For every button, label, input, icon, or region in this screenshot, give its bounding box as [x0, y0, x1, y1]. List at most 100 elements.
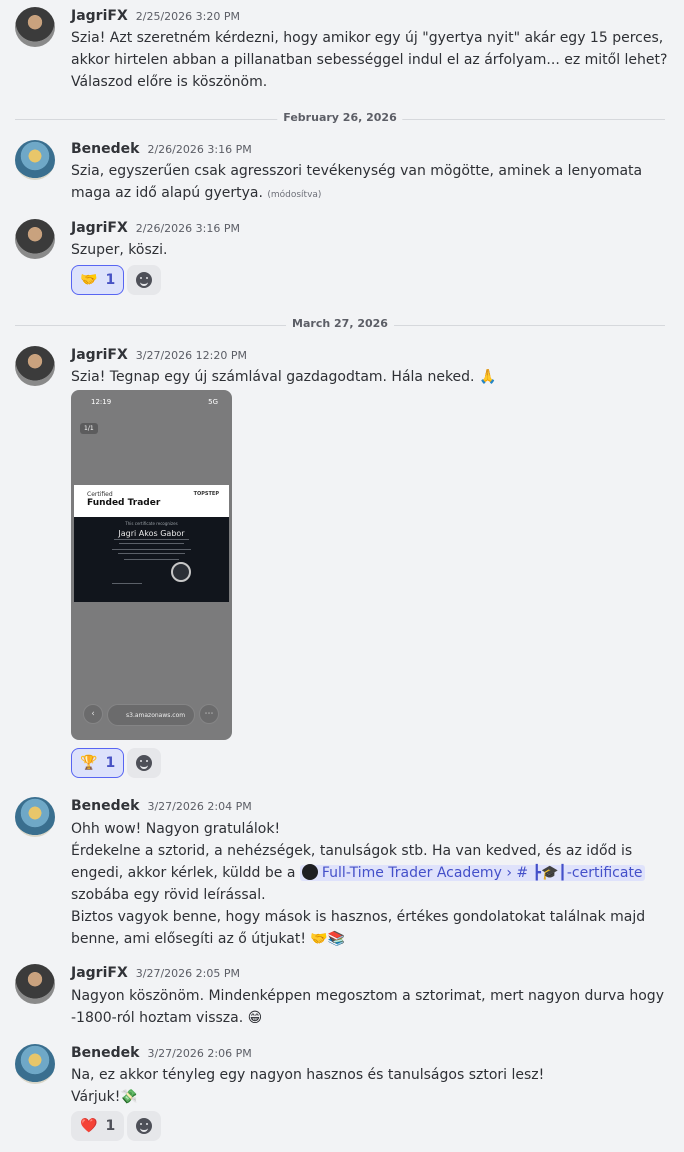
timestamp: 3/27/2026 12:20 PM — [135, 349, 247, 362]
avatar[interactable] — [15, 7, 55, 47]
page-indicator: 1/1 — [80, 423, 98, 434]
add-reaction-button[interactable] — [127, 748, 161, 778]
phone-signal: 5G — [208, 398, 218, 406]
heart-icon: ❤️ — [80, 1118, 98, 1134]
certificate-brand: TOPSTEP — [193, 491, 219, 497]
message-header: JagriFX 3/27/2026 12:20 PM — [71, 347, 247, 365]
smiley-icon — [136, 755, 152, 771]
message-header: Benedek 2/26/2026 3:16 PM — [71, 141, 252, 159]
text-line: Válaszod előre is köszönöm. — [71, 74, 268, 90]
text-line: Szuper, köszi. — [71, 242, 168, 258]
certificate-text-line — [124, 559, 179, 560]
more-icon: ⋯ — [199, 704, 219, 724]
date-divider-label: March 27, 2026 — [286, 317, 394, 330]
message-text: Nagyon köszönöm. Mindenképpen megosztom … — [71, 985, 664, 1029]
certificate-header: Certified Funded Trader TOPSTEP — [74, 485, 229, 517]
edited-label: (módosítva) — [267, 190, 322, 200]
text-line: akkor hirtelen abban a pillanatban sebes… — [71, 52, 668, 68]
text-line: Nagyon köszönöm. Mindenképpen megosztom … — [71, 988, 664, 1004]
reaction-count: 1 — [105, 272, 116, 288]
text-line: benne, ami elősegíti az ő útjukat! 🤝📚 — [71, 931, 346, 947]
reaction-heart[interactable]: ❤️ 1 — [71, 1111, 125, 1141]
text-line: szobába egy rövid leírással. — [71, 887, 266, 903]
certificate-image: Certified Funded Trader TOPSTEP This cer… — [74, 485, 229, 602]
add-reaction-button[interactable] — [127, 265, 161, 295]
mention-server: Full-Time Trader Academy — [321, 865, 502, 881]
avatar[interactable] — [15, 346, 55, 386]
reaction-count: 1 — [105, 1118, 116, 1134]
text-line-content: engedi, akkor kérlek, küldd be a — [71, 865, 296, 881]
channel-mention[interactable]: Full-Time Trader Academy › # ┣🎓┃-certifi… — [299, 864, 645, 881]
message-header: JagriFX 3/27/2026 2:05 PM — [71, 965, 240, 983]
smiley-icon — [136, 272, 152, 288]
message-text: Szuper, köszi. — [71, 239, 167, 261]
text-line: Érdekelne a sztorid, a nehézségek, tanul… — [71, 843, 633, 859]
text-line: Ohh wow! Nagyon gratulálok! — [71, 821, 281, 837]
text-line: Várjuk!💸 — [71, 1089, 138, 1105]
signature-line — [112, 583, 142, 584]
text-line-content: maga az idő alapú gyertya. — [71, 185, 263, 201]
message-text: Szia! Azt szeretném kérdezni, hogy amiko… — [71, 27, 667, 93]
message-header: JagriFX 2/25/2026 3:20 PM — [71, 8, 240, 26]
username[interactable]: Benedek — [71, 141, 139, 157]
reaction-handshake[interactable]: 🤝 1 — [71, 265, 125, 295]
username[interactable]: JagriFX — [71, 8, 128, 24]
url-bar: s3.amazonaws.com — [107, 704, 195, 726]
avatar[interactable] — [15, 1044, 55, 1084]
phone-time: 12:19 — [91, 398, 112, 406]
avatar[interactable] — [15, 964, 55, 1004]
handshake-icon: 🤝 — [80, 272, 98, 288]
certificate-presented: This certificate recognizes — [125, 521, 178, 526]
username[interactable]: JagriFX — [71, 347, 128, 363]
chevron-right-icon: › — [506, 865, 512, 881]
date-divider-label: February 26, 2026 — [277, 111, 403, 124]
date-divider: February 26, 2026 — [15, 111, 665, 124]
server-icon — [301, 864, 318, 880]
message-text: Na, ez akkor tényleg egy nagyon hasznos … — [71, 1064, 544, 1108]
avatar[interactable] — [15, 140, 55, 180]
certificate-title: Funded Trader — [87, 498, 161, 508]
timestamp: 3/27/2026 2:06 PM — [147, 1047, 252, 1060]
text-line: engedi, akkor kérlek, küldd be a Full-Ti… — [71, 862, 645, 884]
username[interactable]: Benedek — [71, 1045, 139, 1061]
reaction-trophy[interactable]: 🏆 1 — [71, 748, 125, 778]
certificate-text-line — [118, 553, 185, 554]
reaction-count: 1 — [105, 755, 116, 771]
text-line: Szia! Tegnap egy új számlával gazdagodta… — [71, 369, 497, 385]
back-icon: ‹ — [83, 704, 103, 724]
add-reaction-button[interactable] — [127, 1111, 161, 1141]
certificate-seal-icon — [171, 562, 191, 582]
message-header: Benedek 3/27/2026 2:04 PM — [71, 798, 252, 816]
username[interactable]: JagriFX — [71, 965, 128, 981]
browser-bar: ‹ s3.amazonaws.com ⋯ — [83, 704, 221, 726]
certificate-text-line — [114, 539, 189, 540]
hash-icon: # — [516, 865, 529, 881]
image-attachment[interactable]: 12:19 5G 1/1 Certified Funded Trader TOP… — [71, 390, 232, 740]
text-line: Szia, egyszerűen csak agresszori tevéken… — [71, 163, 643, 179]
username[interactable]: Benedek — [71, 798, 139, 814]
text-line: maga az idő alapú gyertya. (módosítva) — [71, 182, 642, 206]
date-divider: March 27, 2026 — [15, 317, 665, 330]
certificate-body: This certificate recognizes Jagri Akos G… — [74, 517, 229, 602]
avatar[interactable] — [15, 219, 55, 259]
username[interactable]: JagriFX — [71, 220, 128, 236]
trophy-icon: 🏆 — [80, 755, 98, 771]
certificate-text-line — [112, 549, 191, 550]
mention-channel: ┣🎓┃-certificate — [532, 865, 643, 881]
message-header: Benedek 3/27/2026 2:06 PM — [71, 1045, 252, 1063]
message-text: Szia, egyszerűen csak agresszori tevéken… — [71, 160, 642, 206]
avatar[interactable] — [15, 797, 55, 837]
message-text: Ohh wow! Nagyon gratulálok! Érdekelne a … — [71, 818, 645, 950]
timestamp: 3/27/2026 2:04 PM — [147, 800, 252, 813]
message-header: JagriFX 2/26/2026 3:16 PM — [71, 220, 240, 238]
timestamp: 2/26/2026 3:16 PM — [147, 143, 252, 156]
text-line: -1800-ról hoztam vissza. 😁 — [71, 1010, 263, 1026]
text-line: Na, ez akkor tényleg egy nagyon hasznos … — [71, 1067, 545, 1083]
certificate-name: Jagri Akos Gabor — [118, 529, 185, 538]
text-line: Szia! Azt szeretném kérdezni, hogy amiko… — [71, 30, 664, 46]
timestamp: 2/25/2026 3:20 PM — [135, 10, 240, 23]
smiley-icon — [136, 1118, 152, 1134]
timestamp: 3/27/2026 2:05 PM — [135, 967, 240, 980]
certificate-text-line — [119, 543, 184, 544]
timestamp: 2/26/2026 3:16 PM — [135, 222, 240, 235]
